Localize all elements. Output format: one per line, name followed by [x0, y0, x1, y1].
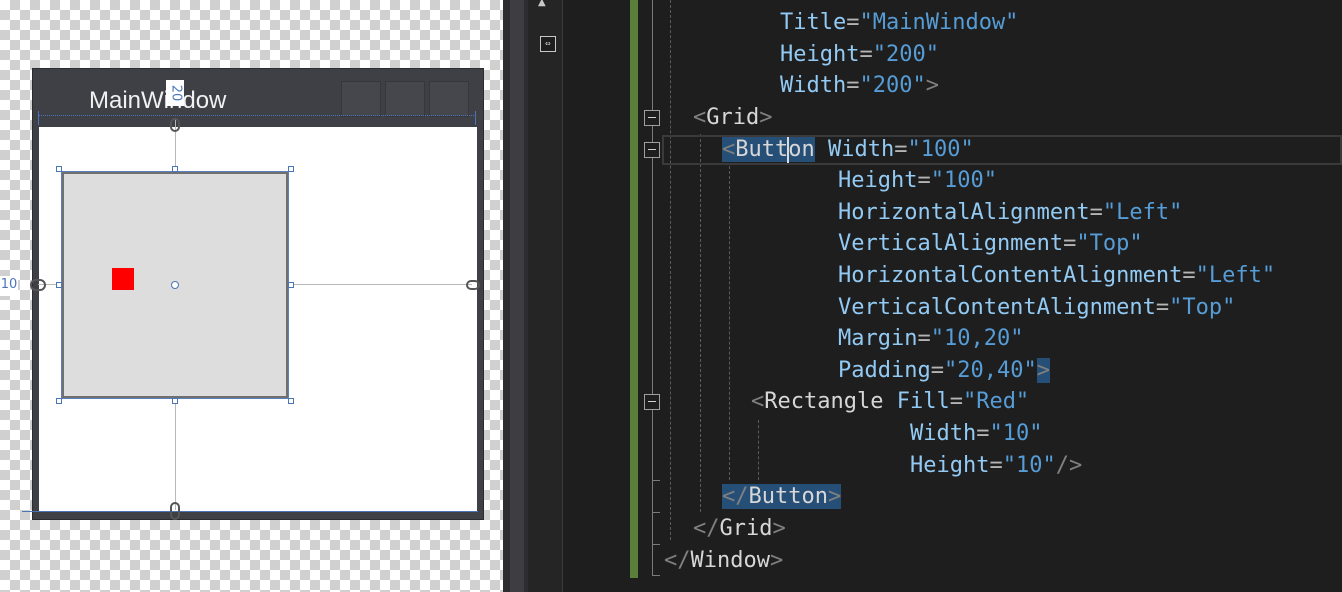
indent-guide-2: [700, 134, 701, 512]
margin-top-value: 20: [166, 80, 184, 106]
code-line-rectangle-open[interactable]: <Rectangle Fill="Red": [751, 386, 1029, 418]
designer-scrollbar[interactable]: [510, 0, 524, 592]
code-line-vertical-alignment[interactable]: VerticalAlignment="Top": [838, 228, 1143, 260]
fold-button-icon[interactable]: [644, 142, 660, 158]
code-line-title[interactable]: Title="MainWindow": [780, 7, 1018, 39]
expand-collapse-pane-icon[interactable]: ⇔: [540, 36, 556, 52]
window-title: MainWindow: [89, 87, 227, 114]
scroll-up-arrow-icon[interactable]: ▲: [538, 0, 552, 8]
margin-left-value: 10: [0, 276, 18, 296]
anchor-top-chain-icon[interactable]: [170, 118, 180, 132]
fold-line-grid: [652, 126, 653, 142]
anchor-right-chain-icon[interactable]: [466, 280, 480, 290]
indent-guide-3: [729, 166, 730, 480]
resize-handle-bottom[interactable]: [172, 398, 178, 404]
fold-line-rectangle: [652, 410, 653, 576]
fold-line-button: [652, 158, 653, 394]
fold-grid-icon[interactable]: [644, 110, 660, 126]
fold-end-window: [652, 575, 660, 576]
margin-right-line: [288, 284, 472, 285]
fold-rectangle-icon[interactable]: [644, 394, 660, 410]
code-line-button-close[interactable]: </Button>: [722, 481, 842, 513]
code-line-margin[interactable]: Margin="10,20": [838, 323, 1023, 355]
code-line-padding[interactable]: Padding="20,40">: [838, 355, 1050, 387]
resize-handle-bottom-left[interactable]: [56, 398, 62, 404]
code-line-horizontal-content-alignment[interactable]: HorizontalContentAlignment="Left": [838, 260, 1275, 292]
code-line-button-height[interactable]: Height="100": [838, 165, 997, 197]
fold-line-window: [652, 0, 653, 110]
pane-splitter[interactable]: [503, 0, 510, 592]
fold-end-grid: [652, 544, 660, 545]
code-line-height[interactable]: Height="200": [780, 39, 939, 71]
code-line-rectangle-width[interactable]: Width="10": [910, 418, 1042, 450]
change-tracking-bar: [630, 0, 638, 578]
resize-handle-bottom-right[interactable]: [288, 398, 294, 404]
indent-guide-1: [670, 0, 671, 540]
fold-end-button: [652, 512, 660, 513]
editor-left-gutter: [528, 0, 563, 592]
xaml-designer-surface[interactable]: MainWindow 20 10: [0, 0, 503, 592]
maximize-button: [385, 81, 425, 117]
code-line-rectangle-height[interactable]: Height="10"/>: [910, 450, 1082, 482]
resize-handle-left[interactable]: [56, 282, 62, 288]
code-line-grid-close[interactable]: </Grid>: [693, 513, 786, 545]
resize-handle-top[interactable]: [172, 166, 178, 172]
close-button: [429, 81, 469, 117]
indent-guide-4: [758, 420, 759, 480]
code-line-horizontal-alignment[interactable]: HorizontalAlignment="Left": [838, 197, 1182, 229]
code-line-window-close[interactable]: </Window>: [664, 545, 783, 577]
grid-top-guide: [38, 115, 476, 116]
code-line-grid-open[interactable]: <Grid>: [693, 102, 772, 134]
code-line-vertical-content-alignment[interactable]: VerticalContentAlignment="Top": [838, 292, 1235, 324]
red-rectangle[interactable]: [112, 268, 134, 290]
anchor-bottom-chain-icon[interactable]: [170, 502, 180, 520]
resize-handle-top-right[interactable]: [288, 166, 294, 172]
resize-handle-top-left[interactable]: [56, 166, 62, 172]
grid-left-tick: [38, 111, 39, 125]
grid-right-tick: [475, 111, 476, 125]
grid-bottom-guide: [22, 511, 478, 512]
rotate-center-dot[interactable]: [171, 281, 179, 289]
code-line-button-open[interactable]: <Button Width="100": [722, 134, 974, 166]
code-line-width[interactable]: Width="200">: [780, 70, 939, 102]
window-titlebar: MainWindow: [33, 69, 483, 125]
minimize-button: [341, 81, 381, 117]
fold-end-rectangle: [652, 480, 660, 481]
resize-handle-right[interactable]: [288, 282, 294, 288]
anchor-left-chain-icon[interactable]: [30, 279, 46, 291]
margin-bottom-line: [175, 398, 176, 510]
